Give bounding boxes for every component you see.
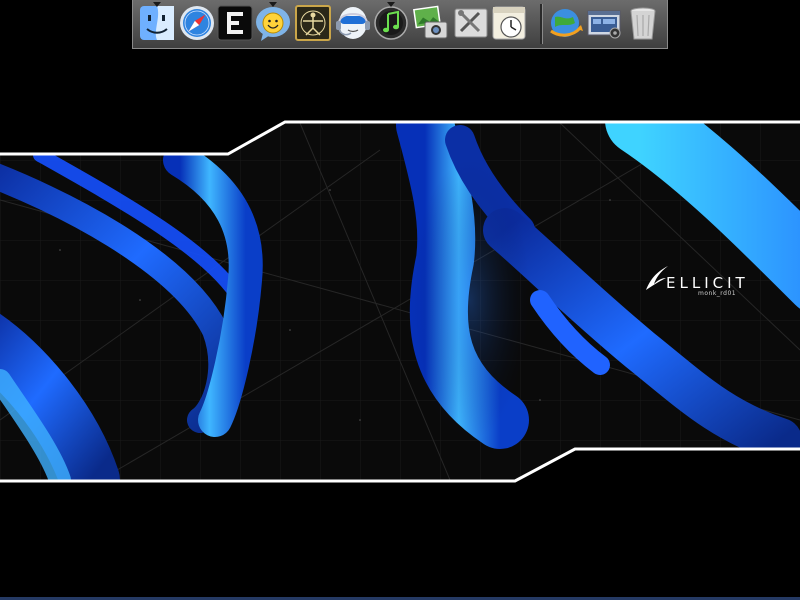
dock-item-itunes[interactable] [371, 2, 411, 45]
dock-item-clock[interactable] [489, 3, 529, 45]
dock-item-iphoto[interactable] [411, 3, 451, 45]
dock-item-window-manager[interactable] [585, 3, 625, 45]
dock-item-e-app[interactable] [215, 3, 255, 45]
utilities-tools-icon [454, 8, 488, 38]
running-indicator [153, 2, 161, 7]
dock-item-headset[interactable] [333, 3, 373, 45]
dock-item-safari[interactable] [177, 3, 217, 45]
dock-item-utilities[interactable] [451, 3, 491, 45]
clock-icon [492, 6, 526, 40]
desktop-screen: ELLICIT monk_rd01 [0, 0, 800, 600]
headset-face-icon [336, 7, 370, 39]
running-indicator [387, 2, 395, 7]
dock-item-network[interactable] [545, 3, 585, 45]
vitruvian-man-icon [295, 5, 331, 41]
dock-item-vitruvian[interactable] [293, 3, 333, 45]
globe-sync-icon [550, 9, 583, 37]
dock-separator [540, 4, 543, 44]
window-gear-icon [587, 10, 621, 39]
music-note-icon [374, 6, 408, 40]
dock-item-trash[interactable] [623, 3, 663, 45]
photo-camera-icon [413, 5, 448, 39]
dock-item-messenger[interactable] [253, 2, 293, 45]
dock-item-finder[interactable] [137, 2, 177, 45]
running-indicator [269, 2, 277, 7]
smiley-chat-icon [256, 7, 290, 41]
trash-icon [630, 7, 656, 40]
e-letter-icon [217, 5, 253, 41]
brand-subtitle: monk_rd01 [698, 290, 737, 297]
safari-compass-icon [180, 6, 214, 40]
wallpaper-brand: ELLICIT monk_rd01 [644, 262, 784, 302]
finder-icon [140, 6, 174, 40]
dock [132, 0, 668, 49]
